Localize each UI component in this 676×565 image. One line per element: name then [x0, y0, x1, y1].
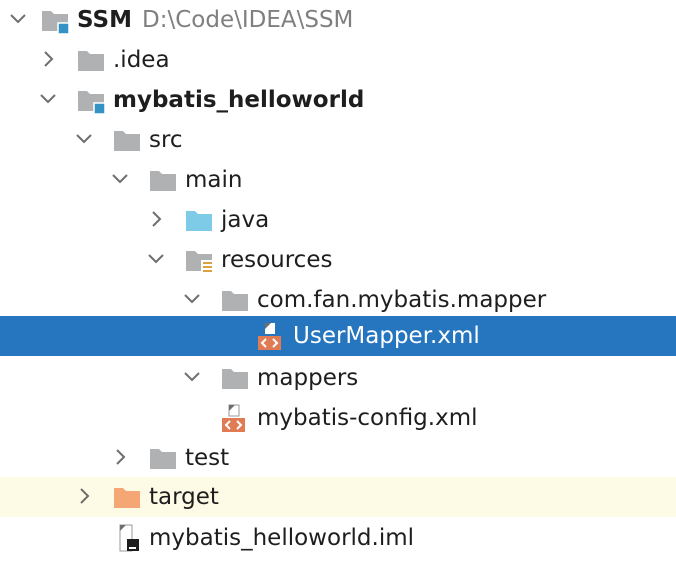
tree-row-usermapper[interactable]: UserMapper.xml [0, 316, 676, 356]
tree-row-ssm[interactable]: SSM D:\Code\IDEA\SSM [0, 0, 676, 40]
xml-file-icon [255, 320, 287, 352]
folder-icon [147, 164, 179, 196]
chevron-down-icon[interactable] [145, 248, 167, 270]
tree-row-module[interactable]: mybatis_helloworld [0, 80, 676, 120]
tree-row-target[interactable]: target [0, 477, 676, 517]
module-folder-icon [39, 4, 71, 36]
tree-row-mapper-package[interactable]: com.fan.mybatis.mapper [0, 280, 676, 320]
xml-file-icon [219, 402, 251, 434]
tree-label-mapper-package: com.fan.mybatis.mapper [257, 287, 547, 313]
tree-row-src[interactable]: src [0, 120, 676, 160]
chevron-right-icon[interactable] [73, 485, 95, 507]
tree-label-usermapper: UserMapper.xml [293, 323, 480, 349]
tree-label-target: target [149, 484, 219, 510]
chevron-down-icon[interactable] [109, 168, 131, 190]
folder-icon [147, 442, 179, 474]
chevron-down-icon[interactable] [73, 128, 95, 150]
tree-row-java[interactable]: java [0, 200, 676, 240]
tree-label-mybatis-config: mybatis-config.xml [257, 405, 478, 431]
source-root-folder-icon [183, 204, 215, 236]
chevron-down-icon[interactable] [181, 288, 203, 310]
module-folder-icon [75, 84, 107, 116]
tree-label-iml: mybatis_helloworld.iml [149, 525, 415, 551]
tree-row-idea[interactable]: .idea [0, 40, 676, 80]
tree-row-resources[interactable]: resources [0, 240, 676, 280]
tree-row-mappers[interactable]: mappers [0, 358, 676, 398]
tree-label-src: src [149, 127, 183, 153]
chevron-down-icon[interactable] [7, 8, 29, 30]
tree-label-resources: resources [221, 247, 333, 273]
tree-label-module: mybatis_helloworld [113, 87, 365, 113]
folder-icon [111, 124, 143, 156]
tree-label-ssm: SSM [77, 7, 132, 33]
folder-icon [219, 362, 251, 394]
project-path: D:\Code\IDEA\SSM [142, 7, 354, 33]
tree-label-idea: .idea [113, 47, 170, 73]
excluded-folder-icon [111, 481, 143, 513]
chevron-right-icon[interactable] [109, 446, 131, 468]
chevron-right-icon[interactable] [145, 208, 167, 230]
folder-icon [75, 44, 107, 76]
tree-label-test: test [185, 445, 230, 471]
iml-file-icon [111, 522, 143, 554]
project-tree: SSM D:\Code\IDEA\SSM .idea mybatis_hello… [0, 0, 676, 565]
tree-label-mappers: mappers [257, 365, 359, 391]
tree-row-iml[interactable]: mybatis_helloworld.iml [0, 518, 676, 558]
resources-root-folder-icon [183, 244, 215, 276]
chevron-down-icon[interactable] [37, 88, 59, 110]
tree-row-test[interactable]: test [0, 438, 676, 478]
tree-label-main: main [185, 167, 243, 193]
chevron-right-icon[interactable] [37, 48, 59, 70]
tree-row-main[interactable]: main [0, 160, 676, 200]
folder-icon [219, 284, 251, 316]
tree-label-java: java [221, 207, 270, 233]
chevron-down-icon[interactable] [181, 366, 203, 388]
tree-row-mybatis-config[interactable]: mybatis-config.xml [0, 398, 676, 438]
